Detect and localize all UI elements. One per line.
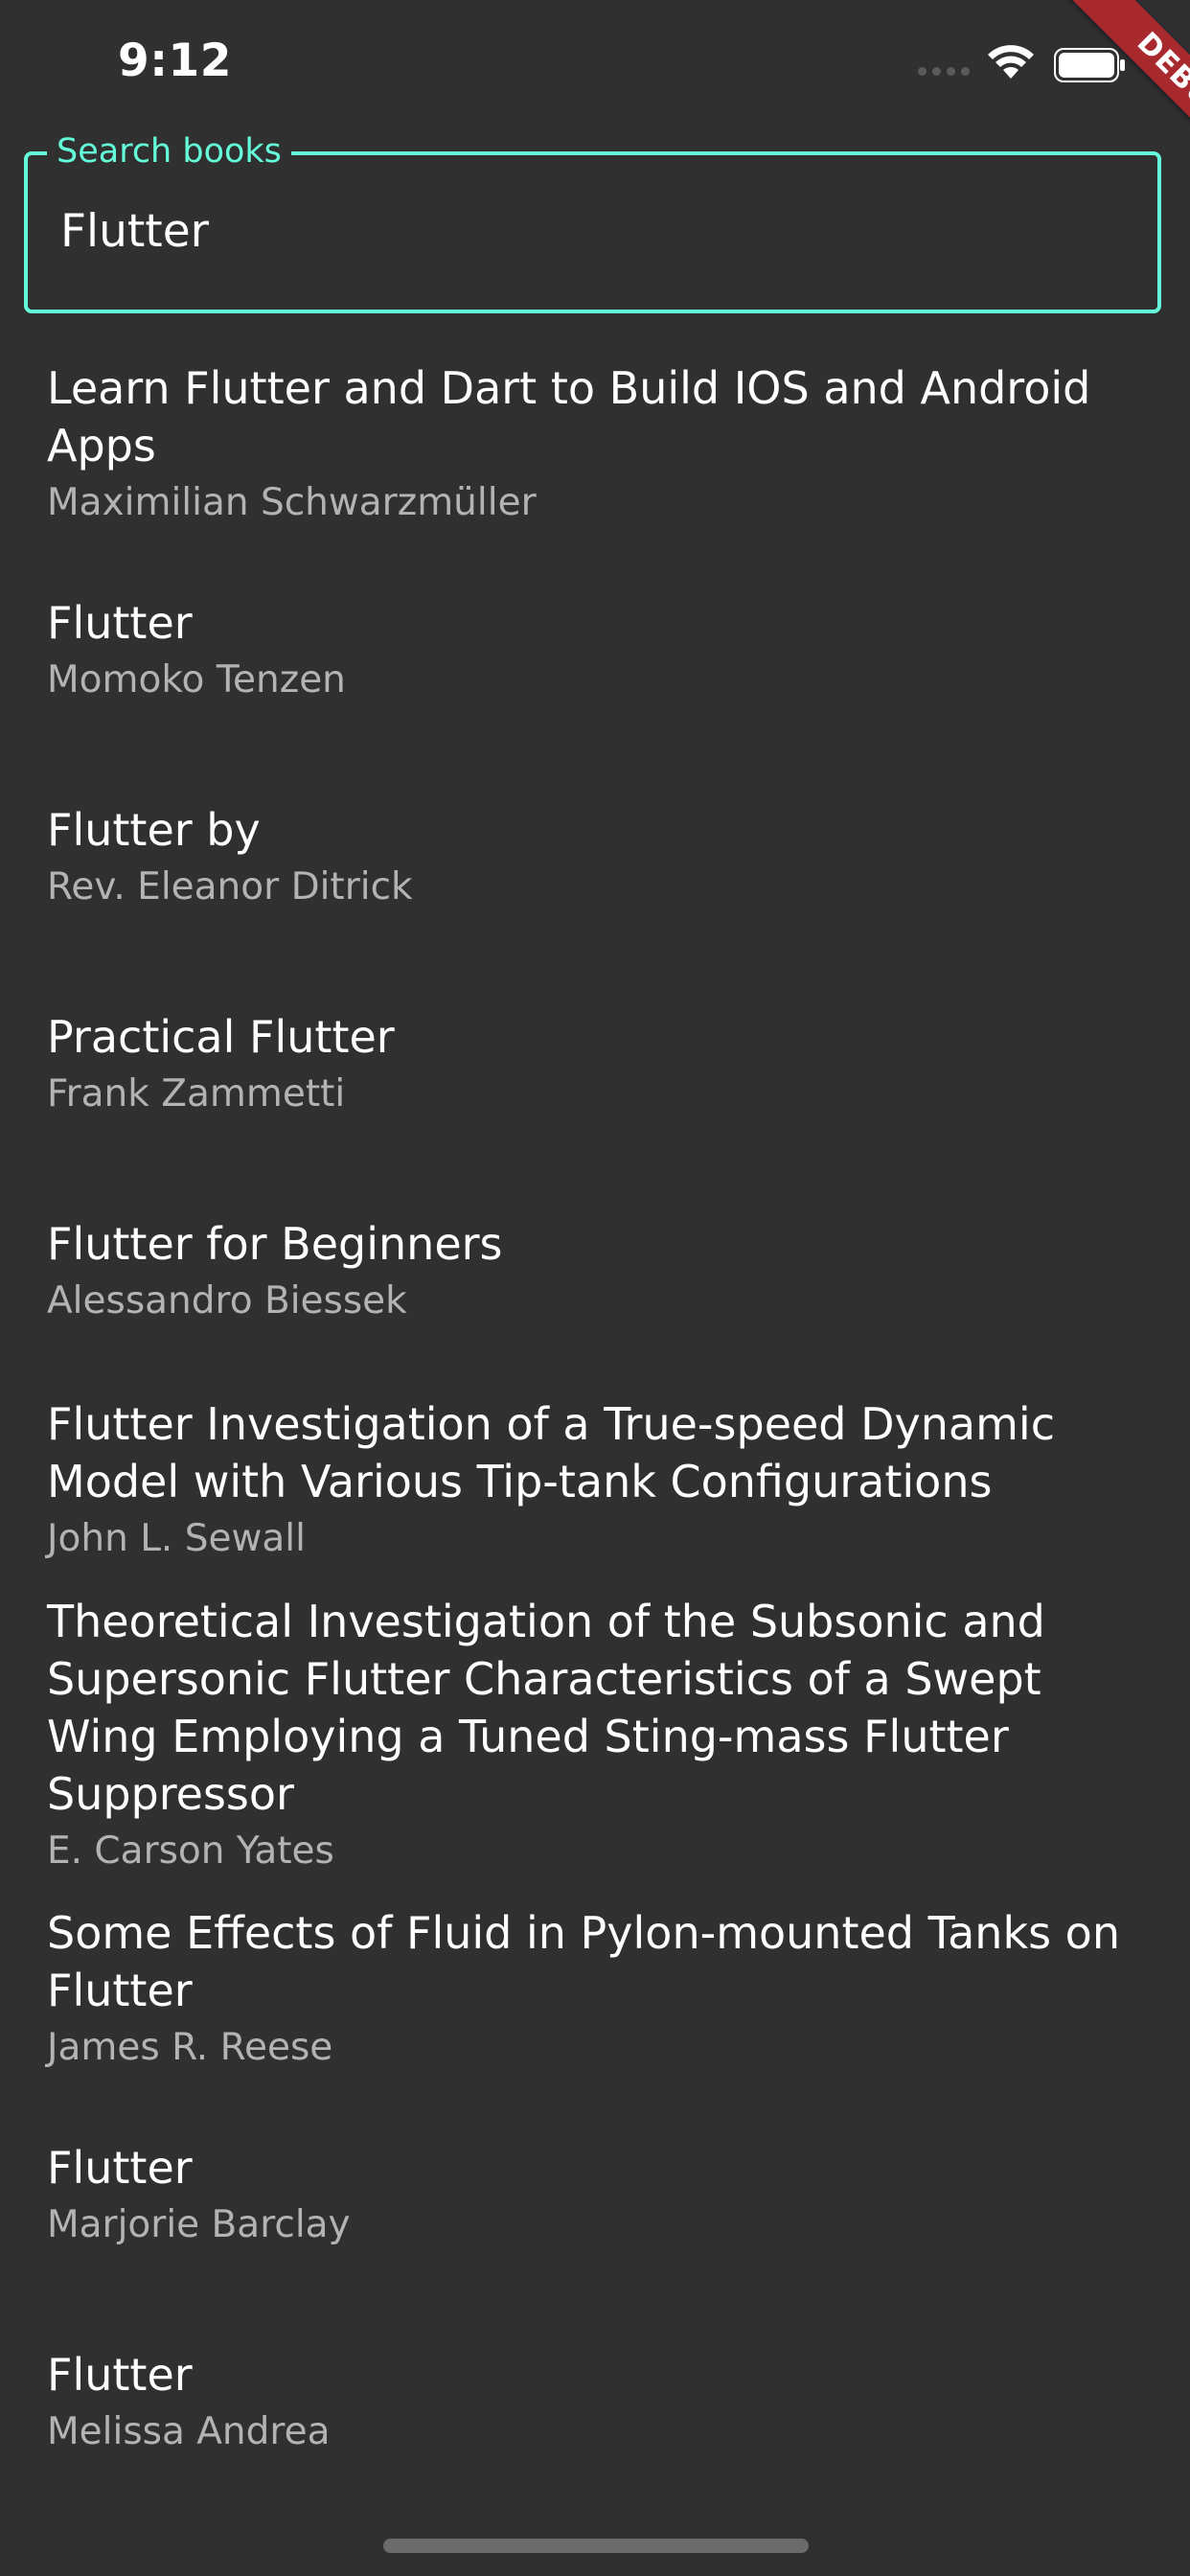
list-item[interactable]: Flutter Momoko Tenzen: [0, 594, 1190, 709]
book-title: Flutter for Beginners: [47, 1218, 503, 1270]
search-field[interactable]: Search books: [24, 132, 1161, 313]
list-item[interactable]: Flutter Marjorie Barclay: [0, 2139, 1190, 2254]
list-item[interactable]: Flutter Melissa Andrea: [0, 2346, 1190, 2461]
list-item[interactable]: Some Effects of Fluid in Pylon-mounted T…: [0, 1904, 1190, 2077]
book-author: Momoko Tenzen: [47, 658, 346, 702]
home-indicator[interactable]: [383, 2539, 809, 2553]
book-author: Maximilian Schwarzmüller: [47, 481, 537, 524]
list-item[interactable]: Flutter Investigation of a True-speed Dy…: [0, 1395, 1190, 1568]
list-item[interactable]: Practical Flutter Frank Zammetti: [0, 1008, 1190, 1123]
list-item[interactable]: Flutter by Rev. Eleanor Ditrick: [0, 801, 1190, 916]
status-bar: 9:12: [0, 0, 1190, 129]
book-title: Flutter: [47, 2349, 193, 2401]
wifi-icon: [988, 45, 1034, 79]
book-title: Flutter: [47, 2142, 193, 2194]
book-title: Theoretical Investigation of the Subsoni…: [47, 1596, 1045, 1820]
book-author: James R. Reese: [47, 2026, 333, 2069]
book-author: Frank Zammetti: [47, 1072, 346, 1116]
book-title: Flutter Investigation of a True-speed Dy…: [47, 1398, 1055, 1507]
book-title: Practical Flutter: [47, 1011, 395, 1063]
book-title: Flutter: [47, 597, 193, 649]
battery-icon: [1054, 48, 1125, 82]
cellular-signal-icon: [918, 67, 970, 76]
list-item[interactable]: Learn Flutter and Dart to Build IOS and …: [0, 359, 1190, 532]
list-item[interactable]: Theoretical Investigation of the Subsoni…: [0, 1593, 1190, 1880]
book-title: Learn Flutter and Dart to Build IOS and …: [47, 362, 1091, 472]
book-author: Melissa Andrea: [47, 2410, 331, 2453]
book-author: Marjorie Barclay: [47, 2203, 351, 2246]
search-input[interactable]: [60, 205, 1114, 258]
status-time: 9:12: [118, 34, 232, 87]
book-author: John L. Sewall: [47, 1517, 306, 1560]
book-author: Alessandro Biessek: [47, 1279, 407, 1322]
book-title: Some Effects of Fluid in Pylon-mounted T…: [47, 1907, 1120, 2016]
list-item[interactable]: Flutter for Beginners Alessandro Biessek: [0, 1215, 1190, 1330]
book-title: Flutter by: [47, 804, 261, 856]
book-author: Rev. Eleanor Ditrick: [47, 865, 413, 908]
book-author: E. Carson Yates: [47, 1829, 334, 1873]
search-label: Search books: [47, 132, 291, 171]
